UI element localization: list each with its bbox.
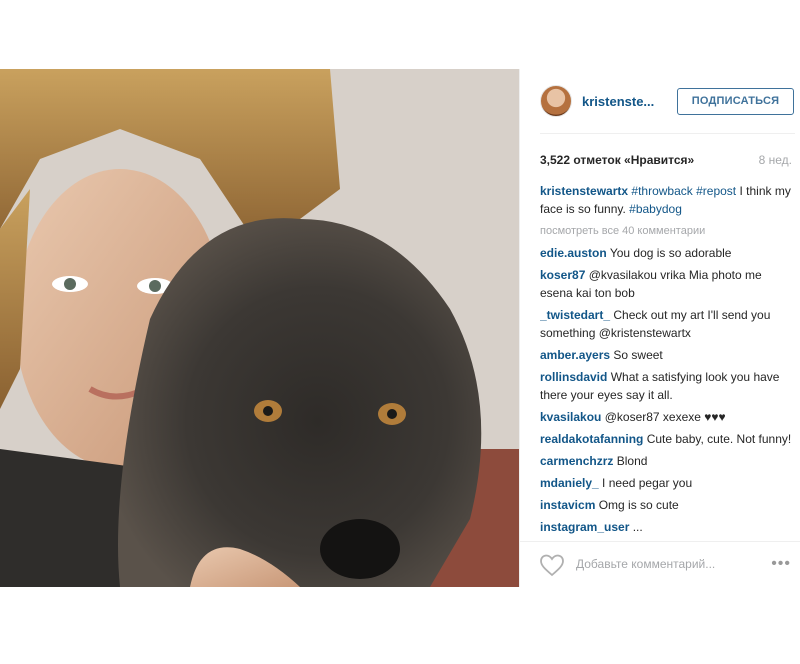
instagram-post: kristenste... ПОДПИСАТЬСЯ 3,522 отметок … [0, 69, 800, 588]
header-divider [540, 133, 795, 134]
comment-text: Omg is so cute [598, 498, 679, 512]
comments-list: kristenstewartx #throwback #repost I thi… [540, 182, 792, 542]
post-actions-bar: Добавьте комментарий... ••• [520, 541, 800, 588]
list-item: rollinsdavid What a satisfying look you … [540, 368, 792, 404]
more-options-button[interactable]: ••• [771, 555, 791, 573]
comment-text: ... [632, 520, 643, 534]
list-item: koser87 @kvasilakou vrika Mia photo me e… [540, 266, 792, 302]
photo-girl-with-dog [0, 69, 519, 587]
comment-text: @koser87 xexexe ♥♥♥ [604, 410, 726, 424]
comment-author[interactable]: carmenchzrz [540, 454, 613, 468]
comment-author[interactable]: instagram_user [540, 520, 629, 534]
comment-author[interactable]: amber.ayers [540, 348, 610, 362]
list-item: amber.ayers So sweet [540, 346, 792, 364]
list-item: realdakotafanning Cute baby, cute. Not f… [540, 430, 792, 448]
comment-text: I need pegar you [602, 476, 693, 490]
post-age[interactable]: 8 нед. [759, 153, 792, 167]
comment-author[interactable]: koser87 [540, 268, 585, 282]
comment-author[interactable]: _twistedart_ [540, 308, 610, 322]
caption-author[interactable]: kristenstewartx [540, 184, 628, 198]
list-item: mdaniely_ I need pegar you [540, 474, 792, 492]
comment-text: Cute baby, cute. Not funny! [646, 432, 792, 446]
list-item: edie.auston You dog is so adorable [540, 244, 792, 262]
comment-author[interactable]: kvasilakou [540, 410, 601, 424]
comment-author[interactable]: rollinsdavid [540, 370, 607, 384]
username-link[interactable]: kristenste... [582, 94, 654, 109]
comment-text: You dog is so adorable [609, 246, 732, 260]
list-item: carmenchzrz Blond [540, 452, 792, 470]
add-comment-input[interactable]: Добавьте комментарий... [576, 557, 715, 571]
likes-count[interactable]: 3,522 отметок «Нравится» [540, 153, 694, 167]
view-all-comments-link[interactable]: посмотреть все 40 комментарии [540, 222, 792, 240]
hashtag-repost[interactable]: #repost [696, 184, 736, 198]
avatar[interactable] [540, 85, 572, 117]
post-photo[interactable] [0, 69, 519, 587]
follow-button[interactable]: ПОДПИСАТЬСЯ [677, 88, 794, 115]
hashtag-babydog[interactable]: #babydog [629, 202, 682, 216]
post-side-panel: kristenste... ПОДПИСАТЬСЯ 3,522 отметок … [519, 69, 800, 588]
hashtag-throwback[interactable]: #throwback [631, 184, 692, 198]
comment-text: Blond [616, 454, 648, 468]
comment-author[interactable]: mdaniely_ [540, 476, 599, 490]
heart-icon [540, 554, 564, 577]
comment-author[interactable]: instavicm [540, 498, 595, 512]
like-button[interactable] [539, 553, 565, 577]
comment-author[interactable]: realdakotafanning [540, 432, 643, 446]
comment-author[interactable]: edie.auston [540, 246, 607, 260]
list-item: kvasilakou @koser87 xexexe ♥♥♥ [540, 408, 792, 426]
list-item: _twistedart_ Check out my art I'll send … [540, 306, 792, 342]
list-item: instavicm Omg is so cute [540, 496, 792, 514]
caption: kristenstewartx #throwback #repost I thi… [540, 182, 792, 218]
comment-text: So sweet [613, 348, 663, 362]
post-header: kristenste... ПОДПИСАТЬСЯ [520, 69, 800, 133]
list-item: instagram_user ... [540, 518, 792, 536]
